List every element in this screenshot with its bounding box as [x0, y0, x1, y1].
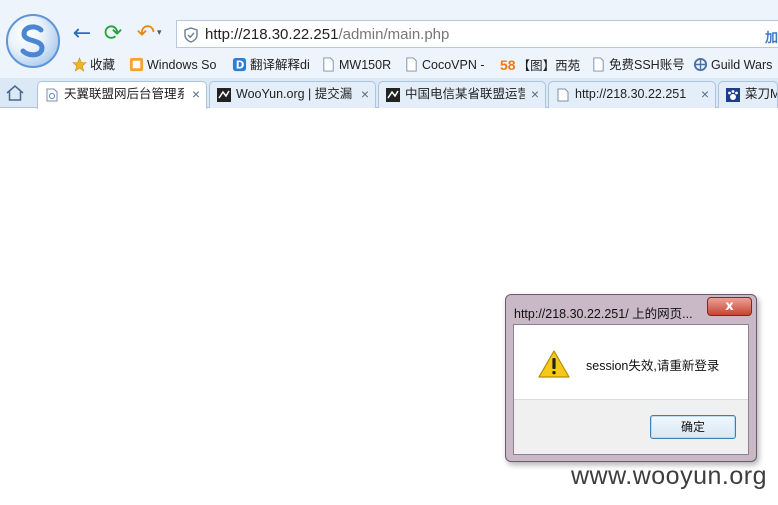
url-path: /admin/main.php [338, 26, 450, 43]
bookmark-guild-wars[interactable]: Guild Wars [693, 56, 772, 74]
address-bar[interactable]: http://218.30.22.251/admin/main.php 加 [176, 20, 778, 48]
tab-label: 中国电信某省联盟运营 [405, 87, 525, 101]
tab-close-icon[interactable]: × [361, 82, 369, 107]
alert-dialog: http://218.30.22.251/ 上的网页... x session失… [505, 294, 757, 462]
bookmark-label: Windows So [147, 58, 217, 72]
tab-bar: 天翼联盟网后台管理系 × WooYun.org | 提交漏 × 中国电信某省联盟… [0, 78, 778, 109]
undo-dropdown-icon[interactable]: ▾ [157, 28, 162, 38]
undo-close-tab-button[interactable]: ↶ [134, 22, 158, 46]
bookmark-windows-so[interactable]: Windows So [129, 56, 216, 74]
home-icon[interactable] [6, 85, 24, 101]
svg-text:D: D [236, 60, 245, 72]
page-icon [557, 88, 569, 102]
add-favorite-button[interactable]: 加 [765, 27, 778, 46]
page-icon [129, 57, 144, 72]
wooyun-icon [386, 88, 400, 102]
back-button[interactable]: ← [70, 22, 94, 46]
bookmark-label: Guild Wars [711, 58, 773, 72]
bookmark-translate[interactable]: D 翻译解释di [232, 56, 310, 74]
bookmarks-bar: 收藏 Windows So D 翻译解释di MW150R CocoVPN - 5… [0, 52, 778, 78]
wooyun-icon [217, 88, 231, 102]
tab-caidao[interactable]: 菜刀M [718, 81, 778, 108]
dict-icon: D [232, 57, 247, 72]
58-icon: 58 [500, 57, 516, 73]
browser-logo[interactable] [6, 14, 60, 68]
tab-admin-backend[interactable]: 天翼联盟网后台管理系 × [37, 81, 207, 109]
bookmark-free-ssh[interactable]: 免费SSH账号 [591, 56, 685, 74]
refresh-button[interactable]: ⟳ [101, 22, 125, 46]
bookmark-label: 翻译解释di [250, 58, 310, 72]
ok-button[interactable]: 确定 [650, 415, 736, 439]
page-icon [406, 57, 417, 72]
tab-china-telecom[interactable]: 中国电信某省联盟运营 × [378, 81, 546, 108]
browser-toolbar: ← ⟳ ↶ ▾ http://218.30.22.251/admin/main.… [0, 0, 778, 52]
page-icon [323, 57, 334, 72]
bookmark-label: CocoVPN - [422, 58, 485, 72]
paw-icon [726, 88, 740, 102]
tab-wooyun[interactable]: WooYun.org | 提交漏 × [209, 81, 376, 108]
url-text[interactable]: http://218.30.22.251/admin/main.php [205, 26, 449, 43]
tab-ip-address[interactable]: http://218.30.22.251 × [548, 81, 716, 108]
bookmark-favorites[interactable]: 收藏 [72, 56, 115, 74]
warning-icon [538, 350, 570, 378]
star-icon [72, 57, 87, 72]
tab-label: 菜刀M [745, 87, 778, 101]
bookmark-label: 免费SSH账号 [609, 58, 685, 72]
tab-label: http://218.30.22.251 [575, 87, 687, 101]
tab-label: WooYun.org | 提交漏 [236, 87, 353, 101]
dialog-close-button[interactable]: x [707, 297, 752, 316]
shield-page-icon [46, 88, 58, 102]
bookmark-mw150r[interactable]: MW150R [321, 56, 391, 74]
shield-icon [184, 27, 198, 43]
dialog-body: session失效,请重新登录 确定 [513, 324, 749, 455]
tab-label: 天翼联盟网后台管理系 [64, 87, 184, 101]
url-host: http://218.30.22.251 [205, 26, 339, 43]
browser-window: ← ⟳ ↶ ▾ http://218.30.22.251/admin/main.… [0, 0, 778, 505]
tab-close-icon[interactable]: × [701, 82, 709, 107]
dialog-footer: 确定 [514, 399, 748, 454]
tab-close-icon[interactable]: × [531, 82, 539, 107]
bookmark-label: MW150R [339, 58, 392, 72]
sogou-logo-icon [20, 24, 45, 58]
bookmark-58[interactable]: 58 【图】西苑 [500, 56, 580, 74]
dialog-message: session失效,请重新登录 [586, 359, 720, 373]
bookmark-label: 【图】西苑 [517, 59, 581, 73]
page-icon [593, 57, 604, 72]
dialog-title: http://218.30.22.251/ 上的网页... [514, 307, 693, 321]
tab-close-icon[interactable]: × [192, 82, 200, 107]
watermark: www.wooyun.org [571, 462, 767, 490]
guildwars-icon [693, 57, 708, 72]
bookmark-label: 收藏 [90, 58, 116, 72]
bookmark-cocovpn[interactable]: CocoVPN - [404, 56, 485, 74]
